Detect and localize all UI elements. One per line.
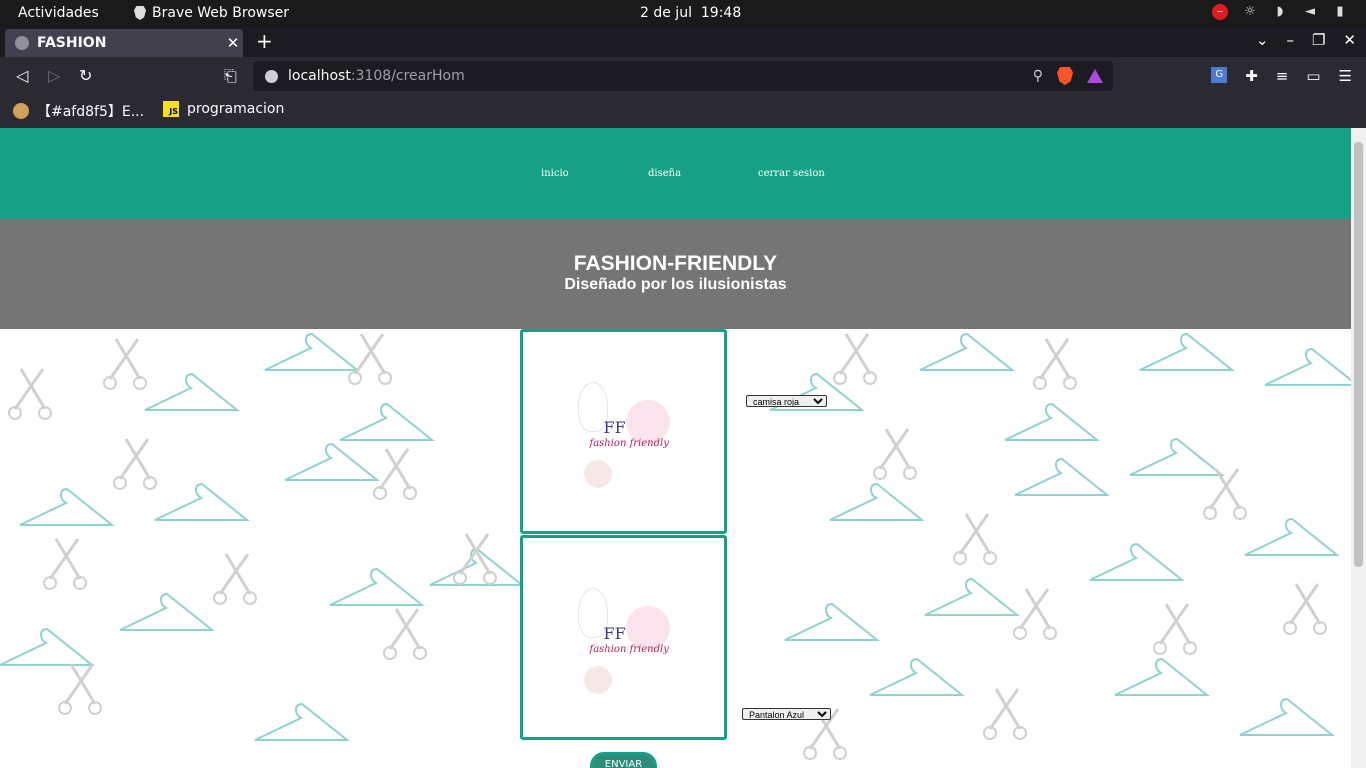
battery-icon: ▮: [1336, 4, 1344, 19]
do-not-disturb-icon[interactable]: –: [1212, 4, 1228, 20]
bookmark-item-programacion[interactable]: JS programacion: [163, 101, 284, 117]
playlist-icon[interactable]: ≡: [1276, 67, 1289, 85]
wallet-icon[interactable]: ▭: [1306, 67, 1320, 85]
bookmark-label: programacion: [187, 101, 285, 117]
wifi-icon: ◗: [1276, 4, 1284, 19]
design-card-bottom: FF fashion friendly: [520, 535, 727, 740]
close-window-icon[interactable]: ✕: [1343, 31, 1356, 49]
url-host: localhost: [288, 68, 351, 84]
logo-ff: FF: [603, 623, 626, 643]
url-bar[interactable]: localhost:3108/crearHom ⚲: [253, 61, 1113, 91]
tab-bar: FASHION ✕ + ⌄ – ❐ ✕: [0, 27, 1366, 57]
back-icon[interactable]: ◁: [16, 66, 28, 85]
reload-icon[interactable]: ↻: [79, 66, 92, 85]
page-subtitle: Diseñado por los ilusionistas: [564, 276, 787, 293]
logo-name: fashion friendly: [589, 437, 669, 449]
chevron-down-icon[interactable]: ⌄: [1256, 31, 1269, 49]
js-icon: JS: [163, 101, 179, 117]
window-controls: ⌄ – ❐ ✕: [1256, 31, 1356, 49]
dot-decoration: [583, 459, 612, 488]
clock[interactable]: 2 de jul 19:48: [640, 5, 741, 21]
logo-name: fashion friendly: [589, 643, 669, 655]
restore-icon[interactable]: ❐: [1312, 31, 1325, 49]
tab-title: FASHION: [37, 35, 107, 51]
site-info-icon[interactable]: [265, 69, 278, 83]
close-tab-icon[interactable]: ✕: [223, 34, 243, 52]
bookmarks-bar: 【#afd8f5】E... JS programacion: [0, 95, 1366, 128]
system-top-bar: Actividades Brave Web Browser 2 de jul 1…: [0, 0, 1366, 27]
url-path: :3108/crearHom: [350, 68, 465, 84]
brave-icon: [134, 6, 146, 20]
date: 2 de jul: [640, 5, 692, 21]
system-tray[interactable]: – ☼ ◗ ◄ ▮: [1212, 4, 1348, 20]
fashion-friendly-logo: FF fashion friendly: [564, 578, 684, 698]
page-scrollbar[interactable]: [1351, 128, 1366, 768]
nav-inicio[interactable]: inicio: [541, 168, 569, 179]
scrollbar-thumb[interactable]: [1354, 142, 1363, 567]
site-nav: inicio diseña cerrar sesion: [0, 128, 1351, 219]
page-viewport: inicio diseña cerrar sesion FASHION-FRIE…: [0, 128, 1351, 768]
logo-ff: FF: [603, 417, 626, 437]
time: 19:48: [700, 5, 742, 21]
shirt-select[interactable]: camisa roja: [746, 395, 827, 407]
activities-button[interactable]: Actividades: [18, 5, 99, 21]
navigation-bar: ◁ ▷ ↻ ⎗ localhost:3108/crearHom ⚲ G ✚ ≡ …: [0, 57, 1366, 95]
hero-banner: FASHION-FRIENDLY Diseñado por los ilusio…: [0, 219, 1351, 329]
send-button[interactable]: ENVIAR: [590, 752, 657, 768]
bookmark-item-color[interactable]: 【#afd8f5】E...: [13, 101, 144, 121]
night-light-icon: ☼: [1244, 4, 1256, 19]
volume-icon: ◄: [1305, 4, 1315, 19]
puzzle-icon[interactable]: ✚: [1245, 67, 1258, 85]
brave-rewards-icon[interactable]: [1087, 69, 1103, 83]
tab-fashion[interactable]: FASHION ✕: [5, 29, 243, 57]
forward-icon[interactable]: ▷: [48, 66, 60, 85]
design-card-top: FF fashion friendly: [520, 329, 727, 534]
palette-icon: [13, 103, 29, 119]
minimize-icon[interactable]: –: [1286, 31, 1294, 49]
bookmark-label: 【#afd8f5】E...: [37, 104, 145, 120]
zoom-icon[interactable]: ⚲: [1033, 68, 1043, 84]
nav-disena[interactable]: diseña: [648, 168, 681, 179]
nav-cerrar-sesion[interactable]: cerrar sesion: [758, 168, 825, 179]
bookmark-icon[interactable]: ⎗: [224, 66, 237, 86]
app-menu[interactable]: Brave Web Browser: [134, 5, 289, 21]
translate-icon[interactable]: G: [1211, 67, 1228, 83]
menu-icon[interactable]: ☰: [1339, 67, 1352, 85]
brave-shields-icon[interactable]: [1057, 67, 1073, 85]
new-tab-button[interactable]: +: [256, 29, 273, 53]
dot-decoration: [583, 665, 612, 694]
globe-icon: [15, 36, 29, 50]
extensions-area: G ✚ ≡ ▭ ☰: [1211, 67, 1352, 85]
fashion-friendly-logo: FF fashion friendly: [564, 372, 684, 492]
app-name: Brave Web Browser: [152, 5, 289, 21]
pants-select[interactable]: Pantalon Azul: [742, 708, 831, 720]
page-title: FASHION-FRIENDLY: [573, 252, 778, 275]
